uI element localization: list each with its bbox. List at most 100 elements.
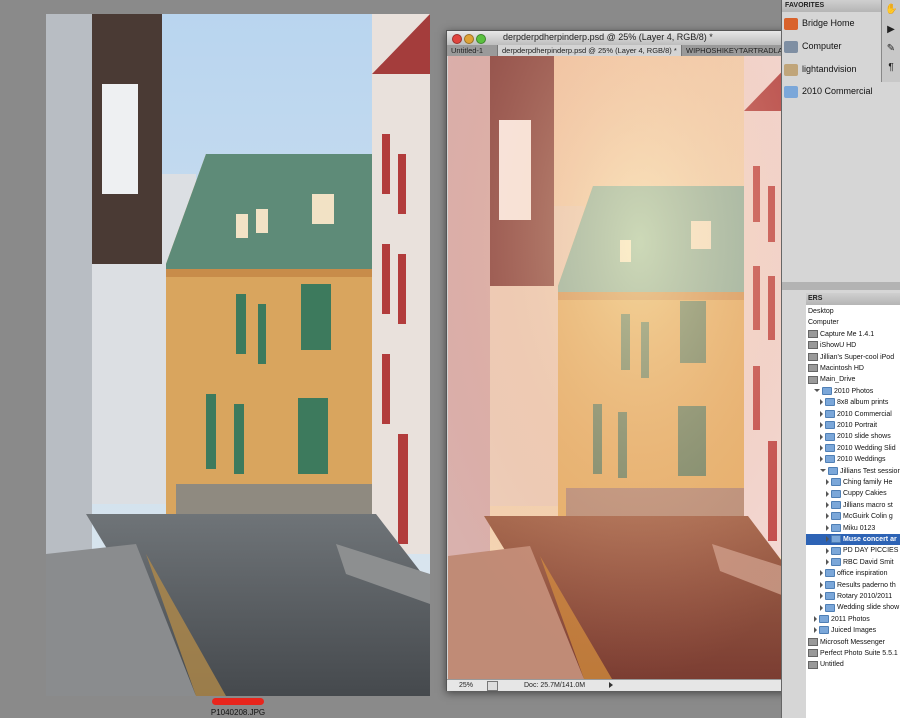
folder-tree-row[interactable]: Muse concert ar xyxy=(806,534,900,545)
folder-tree-row[interactable]: Computer xyxy=(806,317,900,328)
folder-tree-label: Microsoft Messenger xyxy=(820,638,885,646)
drive-icon xyxy=(808,375,818,384)
computer-icon xyxy=(784,40,798,53)
disclosure-closed-icon[interactable] xyxy=(826,513,829,520)
disclosure-closed-icon[interactable] xyxy=(820,593,823,600)
folder-tree-row[interactable]: Capture Me 1.4.1 xyxy=(806,329,900,340)
favorite-2010-commercial[interactable]: 2010 Commercial xyxy=(784,81,880,101)
folder-tree-row[interactable]: Jillians Test session xyxy=(806,466,900,477)
edit-icon[interactable]: ✎ xyxy=(885,43,897,54)
label-rating-badge[interactable] xyxy=(212,698,264,705)
folder-tree-row[interactable]: 2010 Wedding Slid xyxy=(806,443,900,454)
folder-tree-row[interactable]: 2010 Portrait xyxy=(806,420,900,431)
disclosure-closed-icon[interactable] xyxy=(820,570,823,577)
folder-tree-row[interactable]: Miku 0123 xyxy=(806,523,900,534)
disclosure-closed-icon[interactable] xyxy=(826,490,829,497)
folder-tree-row[interactable]: Jillians macro st xyxy=(806,500,900,511)
folder-icon xyxy=(831,500,841,509)
folder-icon xyxy=(825,432,835,441)
folder-tree-row[interactable]: Macintosh HD xyxy=(806,363,900,374)
folder-tree-row[interactable]: office inspiration xyxy=(806,568,900,579)
disclosure-closed-icon[interactable] xyxy=(814,627,817,634)
status-arrow-icon[interactable] xyxy=(609,682,613,688)
close-window-icon[interactable] xyxy=(452,34,462,44)
street-photo-original xyxy=(46,14,430,696)
disclosure-closed-icon[interactable] xyxy=(820,581,823,588)
folder-tree-row[interactable]: Main_Drive xyxy=(806,374,900,385)
disclosure-open-icon[interactable] xyxy=(814,389,820,393)
folder-icon xyxy=(825,443,835,452)
document-canvas[interactable] xyxy=(448,56,797,679)
zoom-level-field[interactable]: 25% xyxy=(459,680,473,691)
disclosure-closed-icon[interactable] xyxy=(820,433,823,440)
disclosure-closed-icon[interactable] xyxy=(826,479,829,486)
preview-image[interactable] xyxy=(46,14,430,696)
folder-tree-label: 2010 Portrait xyxy=(837,422,878,429)
disclosure-closed-icon[interactable] xyxy=(820,399,823,406)
hand-tool-icon[interactable]: ✋ xyxy=(885,4,897,15)
disclosure-open-icon[interactable] xyxy=(820,469,826,473)
folder-tree-row[interactable]: 2010 Photos xyxy=(806,386,900,397)
folder-tree-row[interactable]: Untitled xyxy=(806,659,900,670)
play-icon[interactable]: ▶ xyxy=(885,24,897,35)
folder-tree-row[interactable]: RBC David Smit xyxy=(806,557,900,568)
panel-divider[interactable] xyxy=(782,282,900,290)
folder-icon xyxy=(831,512,841,521)
favorite-computer[interactable]: Computer xyxy=(784,36,880,56)
minimize-window-icon[interactable] xyxy=(464,34,474,44)
folder-tree-row[interactable]: Microsoft Messenger xyxy=(806,637,900,648)
folder-tree-row[interactable]: 2010 Commercial xyxy=(806,409,900,420)
disclosure-closed-icon[interactable] xyxy=(826,536,829,543)
disclosure-closed-icon[interactable] xyxy=(826,501,829,508)
disclosure-closed-icon[interactable] xyxy=(826,524,829,531)
folder-tree-row[interactable]: Results paderno th xyxy=(806,580,900,591)
folder-tree-label: Perfect Photo Suite 5.5.1 xyxy=(820,650,898,657)
favorite-lightandvision[interactable]: lightandvision xyxy=(784,59,880,79)
folder-tree-label: Capture Me 1.4.1 xyxy=(820,330,875,338)
tab-third-document[interactable]: WIPHOSHIKEYTARTRADLACI xyxy=(682,45,795,56)
folder-tree-row[interactable]: 2011 Photos xyxy=(806,614,900,625)
folder-tree-row[interactable]: Perfect Photo Suite 5.5.1 xyxy=(806,648,900,659)
disclosure-closed-icon[interactable] xyxy=(820,444,823,451)
folder-tree-row[interactable]: Juiced Images xyxy=(806,625,900,636)
folder-tree-row[interactable]: 8x8 album prints xyxy=(806,397,900,408)
folder-tree-label: 2010 Commercial xyxy=(837,410,892,418)
folder-icon xyxy=(825,603,835,612)
folder-tree-row[interactable]: Rotary 2010/2011 xyxy=(806,591,900,602)
tab-active-document[interactable]: derpderpdherpinderp.psd @ 25% (Layer 4, … xyxy=(498,45,682,56)
folder-tree-row[interactable]: McGuirk Colin g xyxy=(806,511,900,522)
folder-icon xyxy=(825,421,835,430)
paragraph-icon[interactable]: ¶ xyxy=(885,62,897,73)
folder-tree-label: PD DAY PICCIES xyxy=(843,547,899,555)
folder-tree[interactable]: Desktop Computer Capture Me 1.4.1 iShowU HD… xyxy=(806,305,900,718)
disclosure-closed-icon[interactable] xyxy=(820,604,823,611)
disclosure-closed-icon[interactable] xyxy=(820,456,823,463)
folder-tree-row[interactable]: Desktop xyxy=(806,306,900,317)
zoom-window-icon[interactable] xyxy=(476,34,486,44)
disclosure-closed-icon[interactable] xyxy=(826,558,829,565)
folders-header[interactable]: ERS xyxy=(806,293,900,305)
photoshop-document-window[interactable]: derpderpdherpinderp.psd @ 25% (Layer 4, … xyxy=(446,30,810,691)
folder-tree-row[interactable]: 2010 Weddings xyxy=(806,454,900,465)
folder-tree-label: 2010 Weddings xyxy=(837,456,886,464)
disclosure-closed-icon[interactable] xyxy=(814,615,817,622)
disclosure-closed-icon[interactable] xyxy=(820,422,823,429)
folder-tree-row[interactable]: iShowU HD xyxy=(806,340,900,351)
folder-tree-label: office inspiration xyxy=(837,570,888,578)
drive-icon xyxy=(808,364,818,373)
folder-tree-row[interactable]: Ching family He xyxy=(806,477,900,488)
disclosure-closed-icon[interactable] xyxy=(820,410,823,417)
favorite-bridge-home[interactable]: Bridge Home xyxy=(784,13,880,33)
folder-tree-row[interactable]: Cuppy Cakies xyxy=(806,488,900,499)
folder-tree-row[interactable]: 2010 slide shows xyxy=(806,431,900,442)
folder-tree-row[interactable]: PD DAY PICCIES xyxy=(806,545,900,556)
disclosure-closed-icon[interactable] xyxy=(826,547,829,554)
folder-tree-row[interactable]: Wedding slide show xyxy=(806,602,900,613)
status-menu-icon[interactable] xyxy=(487,681,498,691)
favorites-header[interactable]: FAVORITES xyxy=(782,0,884,12)
folder-tree-label: Jillians Test session xyxy=(840,467,900,475)
folder-tree-row[interactable]: Jillian's Super-cool iPod xyxy=(806,352,900,363)
folder-icon xyxy=(831,489,841,498)
tab-untitled-1[interactable]: Untitled-1 xyxy=(447,45,498,56)
window-titlebar[interactable]: derpderpdherpinderp.psd @ 25% (Layer 4, … xyxy=(447,31,809,45)
